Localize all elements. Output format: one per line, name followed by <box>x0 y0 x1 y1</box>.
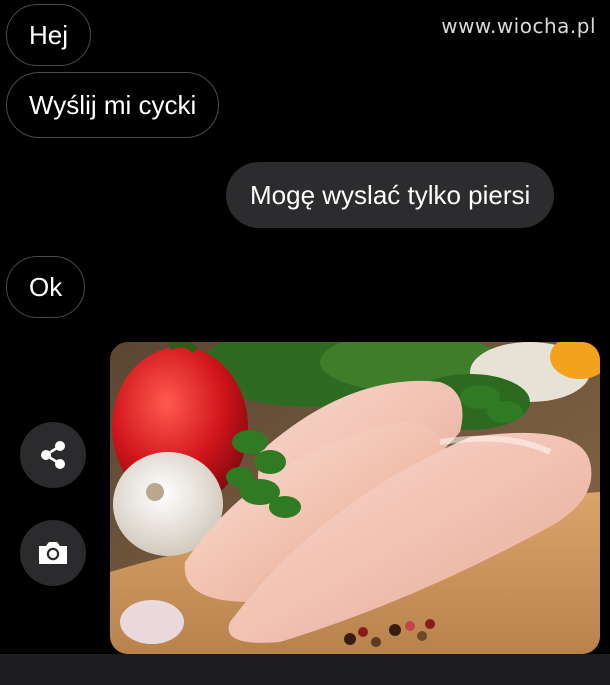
message-bubble-outgoing[interactable]: Mogę wyslać tylko piersi <box>226 162 555 228</box>
message-text: Wyślij mi cycki <box>29 89 197 120</box>
message-text: Ok <box>29 271 63 302</box>
bottom-bar <box>0 654 610 685</box>
message-bubble-incoming[interactable]: Hej <box>6 4 92 66</box>
photo-attachment[interactable] <box>110 342 600 654</box>
camera-icon <box>39 542 67 564</box>
camera-button[interactable] <box>20 520 86 586</box>
message-text: Mogę wyslać tylko piersi <box>250 179 531 210</box>
share-icon <box>41 441 65 469</box>
chicken-photo <box>110 342 600 654</box>
share-button[interactable] <box>20 422 86 488</box>
watermark: www.wiocha.pl <box>441 14 596 38</box>
message-bubble-incoming[interactable]: Ok <box>6 256 86 318</box>
message-text: Hej <box>29 19 69 50</box>
message-bubble-incoming[interactable]: Wyślij mi cycki <box>6 72 220 138</box>
